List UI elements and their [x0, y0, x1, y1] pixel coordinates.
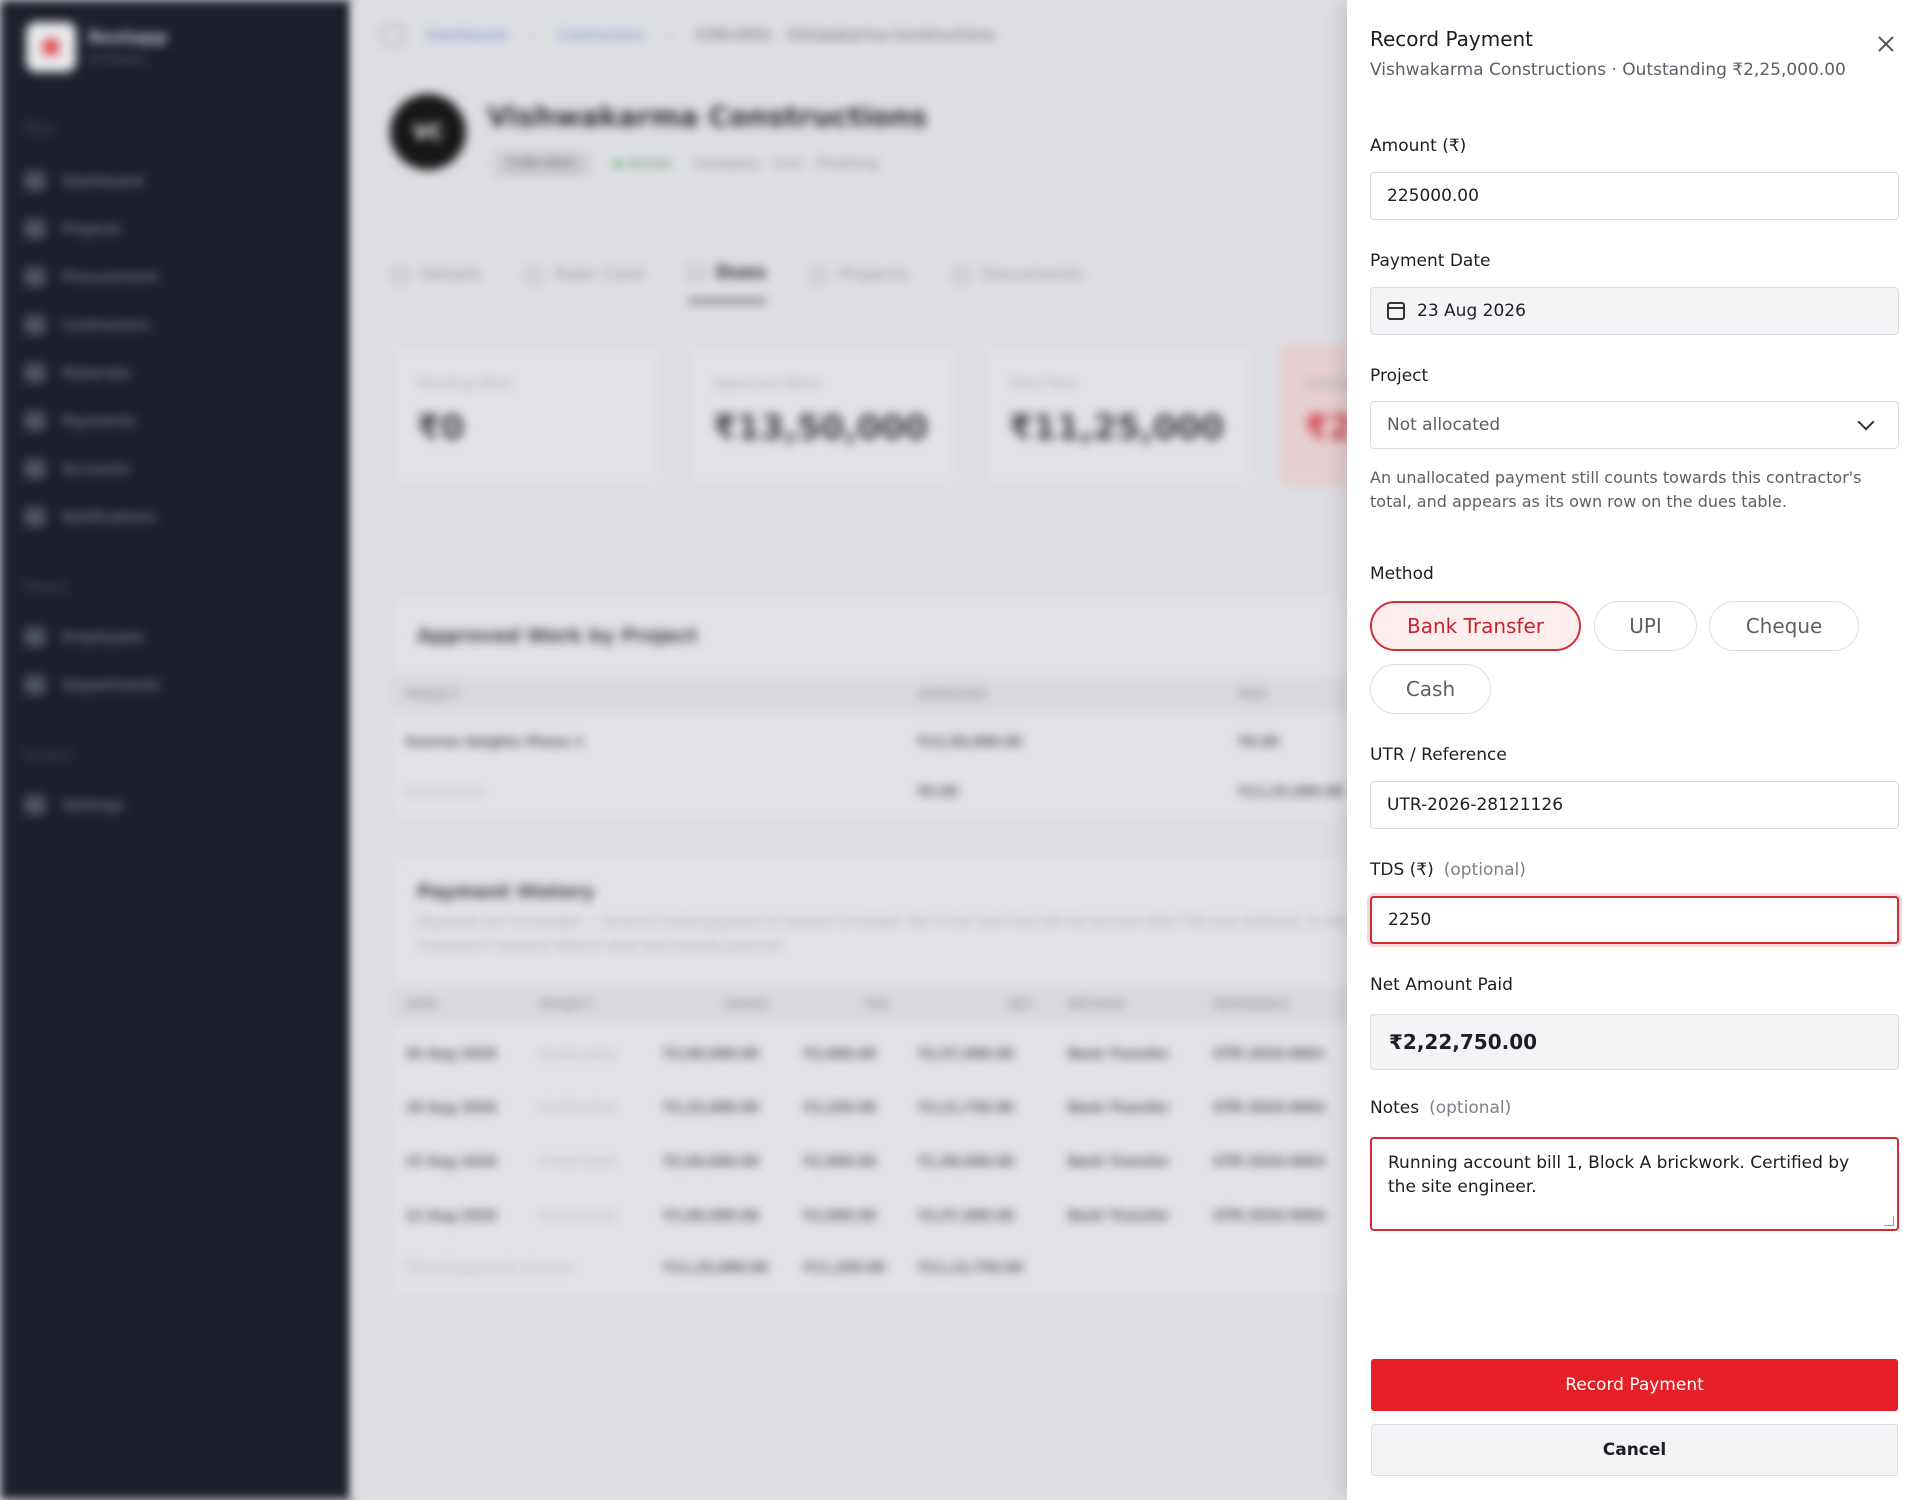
tds-input[interactable] [1370, 896, 1899, 944]
project-select-value: Not allocated [1387, 415, 1501, 435]
method-cheque[interactable]: Cheque [1709, 601, 1859, 651]
optional-hint: (optional) [1443, 860, 1526, 880]
amount-label: Amount (₹) [1370, 136, 1467, 156]
close-icon[interactable] [1872, 30, 1900, 58]
payment-date-value: 23 Aug 2026 [1417, 301, 1526, 321]
notes-textarea[interactable]: Running account bill 1, Block A brickwor… [1370, 1137, 1899, 1231]
method-label: Method [1370, 564, 1434, 584]
notes-label: Notes (optional) [1370, 1098, 1511, 1118]
project-select[interactable]: Not allocated [1370, 401, 1899, 449]
background-app: Rextapp workspace Main Dashboard Project… [0, 0, 1347, 1500]
resize-handle-icon[interactable] [1884, 1216, 1894, 1226]
project-label: Project [1370, 366, 1429, 386]
cancel-button[interactable]: Cancel [1371, 1424, 1898, 1476]
record-payment-drawer: Record Payment Vishwakarma Constructions… [1347, 0, 1920, 1500]
method-bank-transfer[interactable]: Bank Transfer [1370, 601, 1581, 651]
net-amount-value: ₹2,22,750.00 [1370, 1014, 1899, 1070]
method-upi[interactable]: UPI [1594, 601, 1697, 651]
net-amount-label: Net Amount Paid [1370, 975, 1513, 995]
amount-input[interactable] [1370, 172, 1899, 220]
utr-input[interactable] [1370, 781, 1899, 829]
drawer-title: Record Payment [1370, 27, 1534, 51]
payment-date-field[interactable]: 23 Aug 2026 [1370, 287, 1899, 335]
utr-label: UTR / Reference [1370, 745, 1507, 765]
chevron-down-icon [1857, 413, 1875, 431]
optional-hint: (optional) [1429, 1098, 1512, 1118]
tds-label: TDS (₹) (optional) [1370, 860, 1526, 880]
notes-label-text: Notes [1370, 1098, 1420, 1118]
modal-backdrop[interactable] [0, 0, 1347, 1500]
drawer-subtitle: Vishwakarma Constructions · Outstanding … [1370, 60, 1846, 80]
notes-value: Running account bill 1, Block A brickwor… [1388, 1153, 1850, 1197]
method-cash[interactable]: Cash [1370, 664, 1491, 714]
tds-label-text: TDS (₹) [1370, 860, 1434, 880]
project-helper-text: An unallocated payment still counts towa… [1370, 468, 1862, 511]
record-payment-button[interactable]: Record Payment [1371, 1359, 1898, 1411]
calendar-icon [1387, 302, 1405, 320]
payment-date-label: Payment Date [1370, 251, 1491, 271]
